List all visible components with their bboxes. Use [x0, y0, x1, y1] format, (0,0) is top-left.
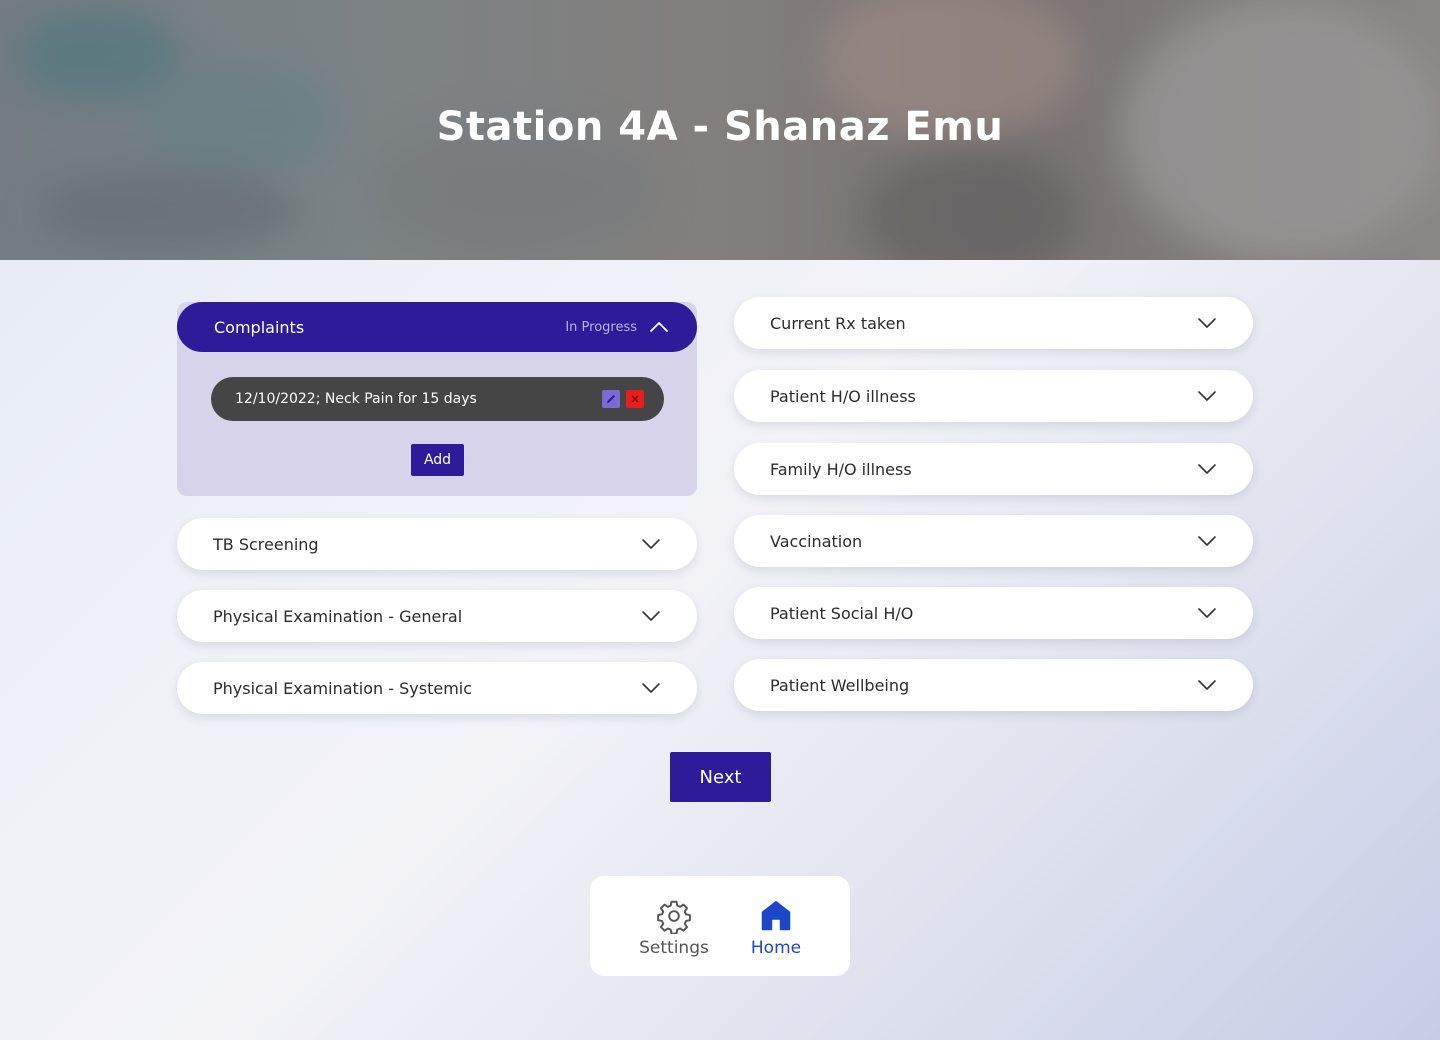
- nav-settings[interactable]: Settings: [634, 898, 714, 958]
- nav-settings-label: Settings: [639, 938, 709, 958]
- accordion-label: Patient Wellbeing: [770, 675, 910, 695]
- nav-home[interactable]: Home: [736, 898, 816, 958]
- next-button[interactable]: Next: [670, 752, 771, 802]
- chevron-down-icon: [1198, 464, 1216, 474]
- chevron-up-icon[interactable]: [649, 321, 669, 333]
- accordion-tb-screening[interactable]: TB Screening: [177, 518, 697, 570]
- accordion-vaccination[interactable]: Vaccination: [734, 515, 1253, 567]
- chevron-down-icon: [642, 683, 660, 693]
- close-icon: [631, 395, 639, 403]
- accordion-label: TB Screening: [213, 534, 319, 554]
- home-icon: [761, 901, 791, 931]
- accordion-label: Current Rx taken: [770, 313, 906, 333]
- chevron-down-icon: [1198, 318, 1216, 328]
- delete-button[interactable]: [626, 390, 644, 408]
- accordion-label: Patient H/O illness: [770, 386, 916, 406]
- pencil-icon: [607, 395, 615, 403]
- chevron-down-icon: [1198, 391, 1216, 401]
- accordion-label: Physical Examination - General: [213, 606, 463, 626]
- chevron-down-icon: [1198, 536, 1216, 546]
- bottom-nav: Settings Home: [590, 876, 850, 976]
- status-badge: In Progress: [565, 319, 637, 335]
- accordion-patient-ho-illness[interactable]: Patient H/O illness: [734, 370, 1253, 422]
- chevron-down-icon: [642, 611, 660, 621]
- chevron-down-icon: [1198, 608, 1216, 618]
- edit-button[interactable]: [602, 390, 620, 408]
- accordion-physical-exam-general[interactable]: Physical Examination - General: [177, 590, 697, 642]
- complaint-entry-text: 12/10/2022; Neck Pain for 15 days: [235, 391, 477, 407]
- accordion-current-rx[interactable]: Current Rx taken: [734, 297, 1253, 349]
- accordion-patient-social-ho[interactable]: Patient Social H/O: [734, 587, 1253, 639]
- complaint-entry: 12/10/2022; Neck Pain for 15 days: [211, 377, 664, 421]
- complaints-label: Complaints: [214, 317, 305, 337]
- gear-icon: [657, 900, 691, 934]
- hero-banner: Station 4A - Shanaz Emu: [0, 0, 1440, 260]
- chevron-down-icon: [1198, 680, 1216, 690]
- accordion-patient-wellbeing[interactable]: Patient Wellbeing: [734, 659, 1253, 711]
- add-complaint-button[interactable]: Add: [411, 444, 464, 476]
- accordion-label: Vaccination: [770, 531, 863, 551]
- chevron-down-icon: [642, 539, 660, 549]
- accordion-label: Physical Examination - Systemic: [213, 678, 473, 698]
- page-title: Station 4A - Shanaz Emu: [436, 104, 1004, 150]
- accordion-label: Family H/O illness: [770, 459, 912, 479]
- accordion-label: Patient Social H/O: [770, 603, 914, 623]
- accordion-physical-exam-systemic[interactable]: Physical Examination - Systemic: [177, 662, 697, 714]
- accordion-family-ho-illness[interactable]: Family H/O illness: [734, 443, 1253, 495]
- nav-home-label: Home: [750, 938, 802, 958]
- complaints-accordion-header[interactable]: Complaints In Progress: [177, 302, 697, 352]
